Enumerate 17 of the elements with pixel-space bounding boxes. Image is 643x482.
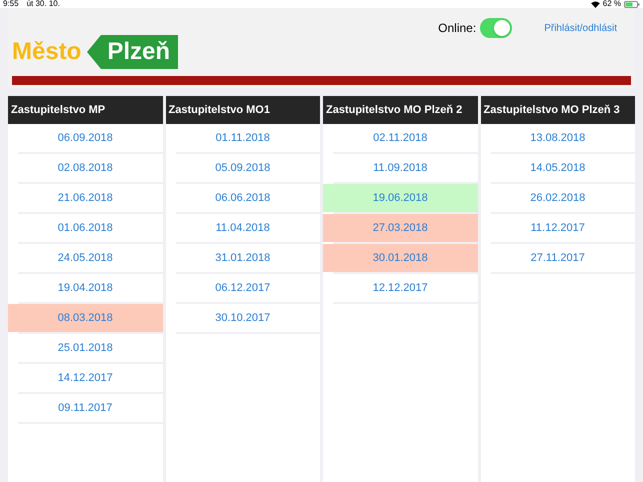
column-header: Zastupitelstvo MO Plzeň 2 <box>323 96 478 124</box>
online-toggle[interactable] <box>480 18 512 38</box>
date-item[interactable]: 08.03.2018 <box>8 304 162 332</box>
wifi-icon <box>590 0 600 8</box>
battery-icon <box>624 0 640 8</box>
date-item[interactable]: 19.06.2018 <box>323 184 478 212</box>
login-link[interactable]: Přihlásit/odhlásit <box>544 20 617 36</box>
date-item[interactable]: 27.03.2018 <box>323 214 478 242</box>
date-item[interactable]: 30.01.2018 <box>323 244 478 272</box>
column-header: Zastupitelstvo MO1 <box>166 96 320 124</box>
logo-text: Město <box>12 40 82 64</box>
online-label: Online: <box>438 20 476 37</box>
status-time: 9:55 <box>3 0 19 8</box>
column-header: Zastupitelstvo MO Plzeň 3 <box>480 96 635 124</box>
battery-level: 62 % <box>602 0 621 8</box>
status-date: út 30. 10. <box>26 0 60 8</box>
column-header: Zastupitelstvo MP <box>8 96 162 124</box>
